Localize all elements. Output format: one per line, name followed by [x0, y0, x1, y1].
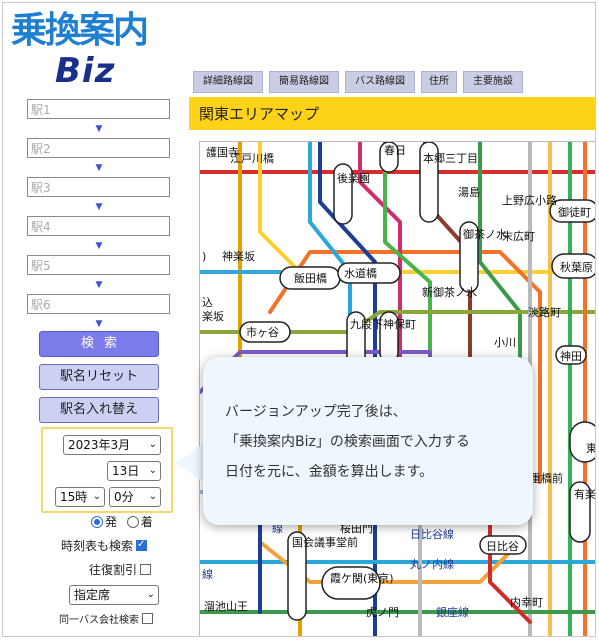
timetable-label: 時刻表も検索 [61, 539, 134, 553]
down-arrow-icon: ▼ [95, 241, 103, 251]
map-station-label: 本郷三丁目 [423, 151, 478, 165]
map-station-label: ) [202, 250, 206, 263]
day-select[interactable]: 13日 ⌄ [107, 461, 161, 481]
bus-company-label: 同一バス会社検索 [59, 615, 139, 626]
map-station-label: 神楽坂 [222, 249, 255, 263]
chevron-down-icon: ⌄ [148, 439, 157, 450]
down-arrow-icon: ▼ [95, 280, 103, 290]
timetable-checkbox[interactable] [136, 538, 148, 552]
chevron-down-icon: ⌄ [146, 589, 155, 600]
callout-line: 日付を元に、金額を算出します。 [225, 464, 434, 480]
map-station-label: 神保町 [383, 317, 416, 331]
map-station-label: 水道橋 [344, 266, 377, 280]
search-button[interactable]: 検索 [39, 331, 159, 357]
hour-value: 15時 [60, 490, 88, 504]
chevron-down-icon: ⌄ [92, 491, 101, 502]
map-station-label: 江戸川橋 [230, 151, 274, 165]
date-time-box: 2023年3月 ⌄ 13日 ⌄ 15時 ⌄ 0分 ⌄ [41, 427, 173, 513]
map-station-label: 後楽園 [337, 171, 370, 185]
station-input-4[interactable]: 駅4 [27, 216, 170, 236]
map-station-label: 湯島 [458, 185, 480, 199]
depart-arrive-radio-group: 発 着 [91, 515, 153, 529]
map-station-label: 内幸町 [510, 595, 543, 609]
arrive-label: 着 [140, 515, 153, 529]
round-trip-label: 往復割引 [89, 563, 138, 577]
round-trip-checkbox[interactable] [140, 564, 152, 575]
tab-detail-map[interactable]: 詳細路線図 [193, 71, 263, 93]
map-line-label: 線 [202, 567, 213, 581]
map-station-label: 御徒町 [558, 205, 591, 219]
map-station-label: 淡路町 [528, 306, 561, 319]
map-title: 関東エリアマップ [189, 97, 595, 130]
bus-company-option: 同一バス会社検索 [59, 613, 153, 628]
down-arrow-icon: ▼ [95, 124, 103, 134]
map-station-label: 溜池山王 [204, 599, 248, 613]
station-input-3[interactable]: 駅3 [27, 177, 170, 197]
map-station-label: 神田 [560, 349, 582, 363]
search-sidebar: 駅1 ▼ 駅2 ▼ 駅3 ▼ 駅4 ▼ 駅5 ▼ 駅6 ▼ 検索 駅名リセット … [3, 3, 185, 636]
hour-select[interactable]: 15時 ⌄ [55, 487, 105, 507]
callout-text: バージョンアップ完了後は、 「乗換案内Biz」の検索画面で入力する 日付を元に、… [225, 397, 470, 487]
app-frame: 乗換案内 Biz 駅1 ▼ 駅2 ▼ 駅3 ▼ 駅4 ▼ 駅5 ▼ 駅6 ▼ 検… [2, 2, 596, 637]
round-trip-option: 往復割引 [89, 563, 152, 577]
map-station-label: 上野広小路 [502, 194, 557, 207]
map-station-label: 霞ケ関(東京) [330, 571, 394, 585]
tab-facilities[interactable]: 主要施設 [463, 71, 523, 93]
minute-value: 0分 [114, 490, 134, 504]
down-arrow-icon: ▼ [95, 202, 103, 212]
station-reset-button[interactable]: 駅名リセット [39, 364, 159, 390]
day-value: 13日 [112, 464, 140, 478]
map-station-label: 日比谷 [486, 540, 519, 553]
seat-value: 指定席 [74, 588, 111, 602]
map-line-label: 丸ノ内線 [410, 557, 454, 571]
callout-line: 「乗換案内Biz」の検索画面で入力する [225, 434, 470, 450]
year-month-select[interactable]: 2023年3月 ⌄ [63, 435, 161, 455]
tab-bus-map[interactable]: バス路線図 [345, 71, 415, 93]
minute-select[interactable]: 0分 ⌄ [109, 487, 161, 507]
down-arrow-icon: ▼ [95, 319, 103, 329]
map-station-label: 秋葉原 [560, 260, 593, 274]
map-station-label: 東 [586, 442, 596, 455]
tab-simple-map[interactable]: 簡易路線図 [269, 71, 339, 93]
map-station-label: 九段下 [350, 317, 383, 331]
map-station-label: 重橋前 [530, 471, 563, 485]
chevron-down-icon: ⌄ [148, 491, 157, 502]
station-input-1[interactable]: 駅1 [27, 99, 170, 119]
seat-select[interactable]: 指定席 ⌄ [69, 585, 159, 605]
map-station-label: 虎ノ門 [366, 606, 399, 619]
map-line-label: 銀座線 [436, 605, 469, 619]
callout-line: バージョンアップ完了後は、 [225, 404, 407, 420]
map-station-label: 国会議事堂前 [292, 535, 358, 549]
map-line-label: 日比谷線 [410, 527, 454, 541]
station-input-2[interactable]: 駅2 [27, 138, 170, 158]
info-callout: バージョンアップ完了後は、 「乗換案内Biz」の検索画面で入力する 日付を元に、… [203, 357, 533, 525]
map-station-label: 飯田橋 [294, 271, 327, 285]
year-month-value: 2023年3月 [68, 438, 131, 452]
station-input-6[interactable]: 駅6 [27, 294, 170, 314]
tab-address[interactable]: 住所 [421, 71, 457, 93]
map-station-label: 込 [202, 296, 213, 309]
callout-tail [175, 443, 205, 483]
map-station-label: 市ヶ谷 [246, 325, 279, 339]
map-station-label: 御茶ノ水 [463, 227, 507, 241]
map-station-label: 有楽町 [574, 487, 596, 501]
depart-label: 発 [105, 515, 118, 529]
bus-company-checkbox[interactable] [142, 613, 153, 624]
map-station-label: 新御茶ノ水 [422, 285, 477, 299]
down-arrow-icon: ▼ [95, 163, 103, 173]
timetable-option: 時刻表も検索 [61, 538, 148, 553]
map-station-label: 楽坂 [202, 310, 224, 323]
map-station-label: 春日 [384, 144, 406, 157]
map-station-label: 小川 [494, 336, 516, 349]
station-input-5[interactable]: 駅5 [27, 255, 170, 275]
chevron-down-icon: ⌄ [148, 465, 157, 476]
depart-radio[interactable] [91, 516, 103, 528]
station-swap-button[interactable]: 駅名入れ替え [39, 397, 159, 423]
arrive-radio[interactable] [126, 516, 139, 528]
